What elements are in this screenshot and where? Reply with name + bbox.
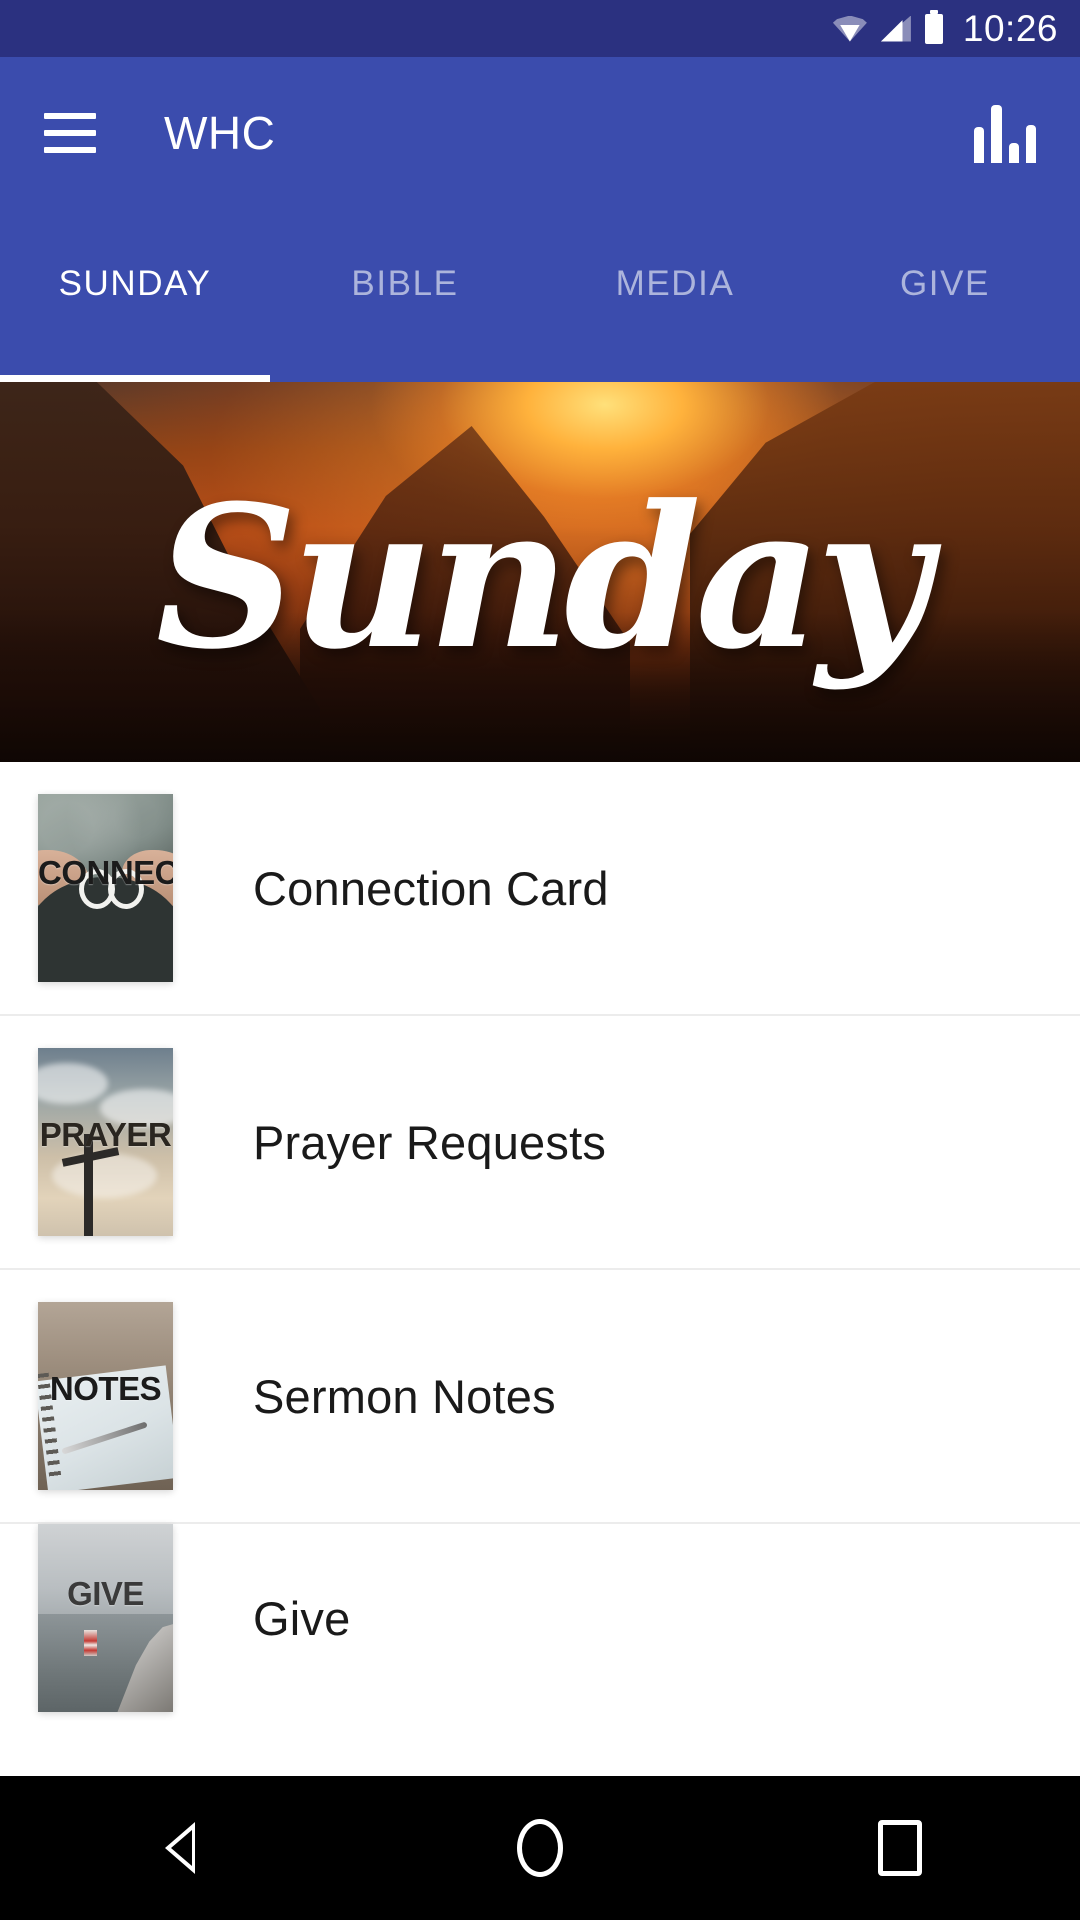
thumbnail-caption: GIVE — [67, 1574, 144, 1612]
content-list: CONNECT Connection Card PRAYER Prayer Re… — [0, 762, 1080, 1776]
hero-banner[interactable]: Sunday — [0, 382, 1080, 762]
home-button[interactable] — [465, 1776, 615, 1920]
connect-thumbnail: CONNECT — [38, 794, 173, 982]
thumbnail-caption: CONNECT — [38, 854, 173, 892]
status-clock: 10:26 — [962, 7, 1058, 49]
tab-bible[interactable]: BIBLE — [270, 209, 540, 382]
list-item-sermon-notes[interactable]: NOTES Sermon Notes — [0, 1270, 1080, 1524]
give-thumbnail: GIVE — [38, 1524, 173, 1712]
tab-media[interactable]: MEDIA — [540, 209, 810, 382]
back-button[interactable] — [105, 1776, 255, 1920]
status-bar: 10:26 — [0, 0, 1080, 57]
thumbnail-caption: NOTES — [49, 1369, 162, 1407]
hero-title: Sunday — [155, 463, 930, 693]
tab-active-indicator — [0, 375, 270, 382]
app-screen: 10:26 WHC SUNDAY BIBLE MEDIA GIVE Sunday — [0, 0, 1080, 1920]
battery-icon — [924, 9, 943, 44]
home-circle-icon — [517, 1819, 563, 1877]
recents-square-icon — [878, 1820, 922, 1876]
tab-sunday[interactable]: SUNDAY — [0, 209, 270, 382]
notes-thumbnail: NOTES — [38, 1302, 173, 1490]
cell-signal-icon — [880, 15, 911, 42]
wifi-icon — [832, 15, 867, 42]
recents-button[interactable] — [825, 1776, 975, 1920]
bar-chart-icon[interactable] — [974, 103, 1036, 163]
list-item-prayer-requests[interactable]: PRAYER Prayer Requests — [0, 1016, 1080, 1270]
list-item-connection-card[interactable]: CONNECT Connection Card — [0, 762, 1080, 1016]
list-item-label: Prayer Requests — [253, 1115, 607, 1169]
app-bar: WHC — [0, 57, 1080, 209]
hamburger-menu-icon[interactable] — [44, 113, 96, 153]
back-triangle-icon — [165, 1822, 195, 1874]
tab-give[interactable]: GIVE — [810, 209, 1080, 382]
list-item-label: Sermon Notes — [253, 1369, 556, 1423]
list-item-label: Give — [253, 1591, 351, 1645]
list-item-give[interactable]: GIVE Give — [0, 1524, 1080, 1712]
list-item-label: Connection Card — [253, 861, 609, 915]
tab-bar: SUNDAY BIBLE MEDIA GIVE — [0, 209, 1080, 382]
status-icon-group: 10:26 — [832, 7, 1058, 50]
system-navigation-bar — [0, 1776, 1080, 1920]
thumbnail-caption: PRAYER — [39, 1115, 172, 1153]
prayer-thumbnail: PRAYER — [38, 1048, 173, 1236]
app-title: WHC — [164, 107, 276, 159]
